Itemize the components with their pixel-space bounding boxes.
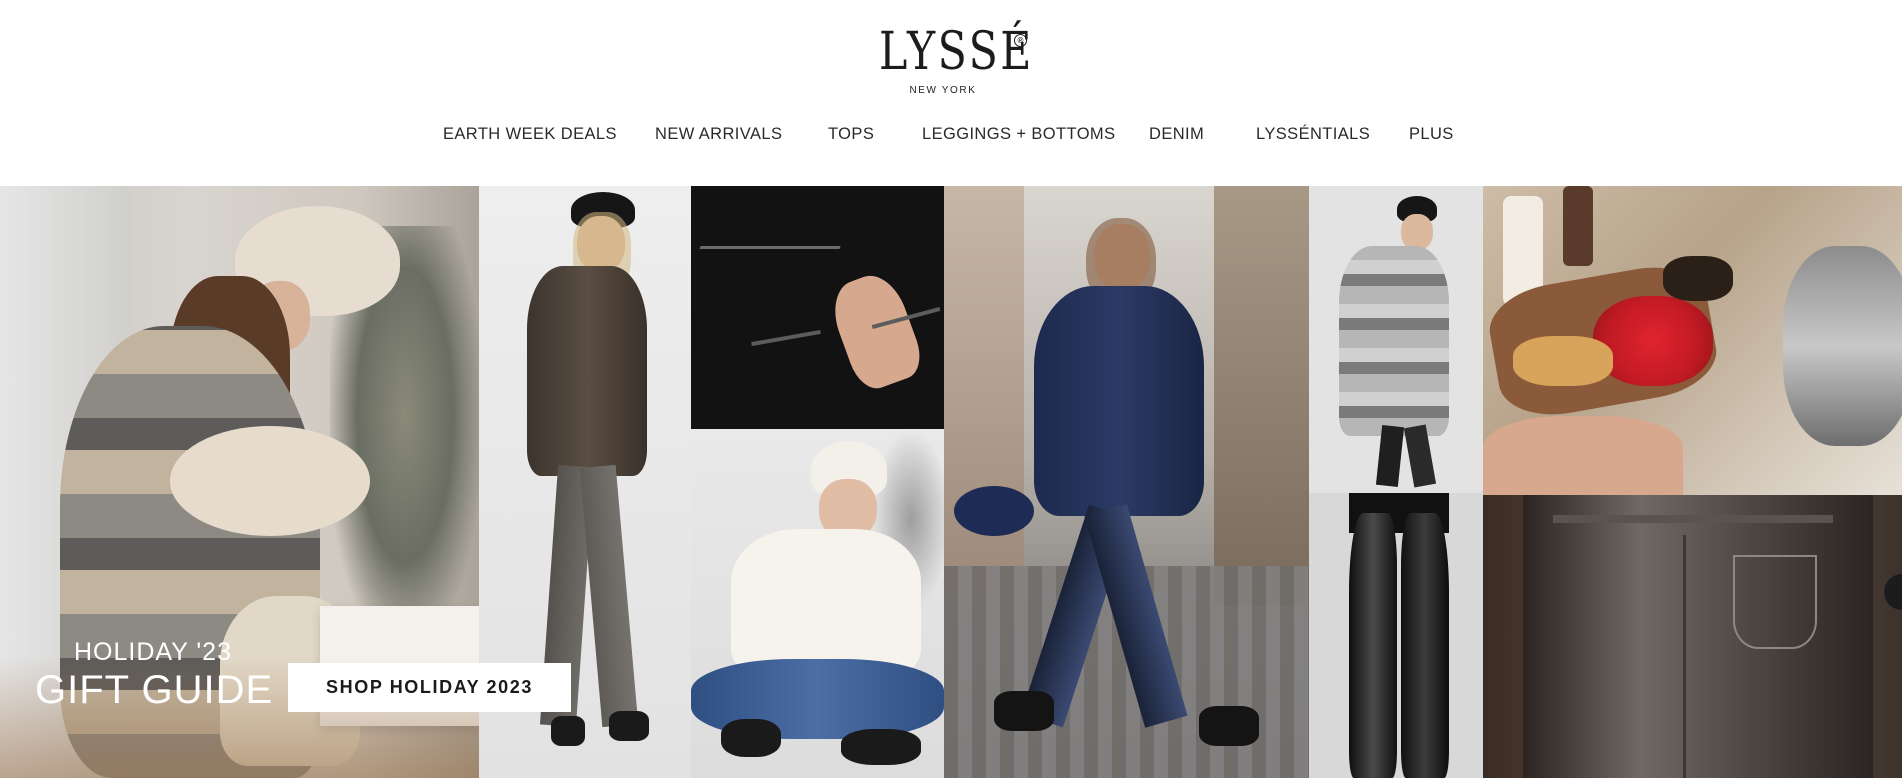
logo-subtitle: NEW YORK — [909, 85, 977, 96]
hero-photo-black-shirt — [691, 186, 950, 429]
brand-logo[interactable]: LYSSÉ ® NEW YORK — [862, 22, 1032, 102]
hero-photo-charcuterie — [1483, 186, 1902, 495]
nav-item-plus[interactable]: PLUS — [1409, 125, 1454, 144]
nav-item-denim[interactable]: DENIM — [1149, 125, 1204, 144]
hero-photo-plaid-coat — [1309, 186, 1483, 493]
nav-item-leggings-bottoms[interactable]: LEGGINGS + BOTTOMS — [922, 125, 1115, 144]
hero-headline: GIFT GUIDE — [35, 668, 274, 712]
nav-item-earth-week-deals[interactable]: EARTH WEEK DEALS — [443, 125, 617, 144]
registered-mark-icon: ® — [1014, 34, 1027, 47]
nav-item-lyssentials[interactable]: LYSSÉNTIALS — [1256, 125, 1370, 144]
hero-photo-navy-jacket — [944, 186, 1309, 778]
nav-item-new-arrivals[interactable]: NEW ARRIVALS — [655, 125, 782, 144]
site-header: LYSSÉ ® NEW YORK EARTH WEEK DEALS NEW AR… — [0, 0, 1902, 186]
hero-collage[interactable]: HOLIDAY '23 GIFT GUIDE SHOP HOLIDAY 2023 — [0, 186, 1902, 778]
nav-item-tops[interactable]: TOPS — [828, 125, 874, 144]
hero-photo-white-sweater — [691, 429, 944, 778]
hero-eyebrow: HOLIDAY '23 — [74, 638, 232, 666]
hero-photo-glitter-pants — [1483, 495, 1902, 778]
hero-photo-black-leggings — [1309, 493, 1483, 778]
main-navigation: EARTH WEEK DEALS NEW ARRIVALS TOPS LEGGI… — [0, 125, 1902, 149]
logo-wordmark: LYSSÉ — [878, 22, 1034, 82]
shop-holiday-button[interactable]: SHOP HOLIDAY 2023 — [288, 663, 571, 712]
